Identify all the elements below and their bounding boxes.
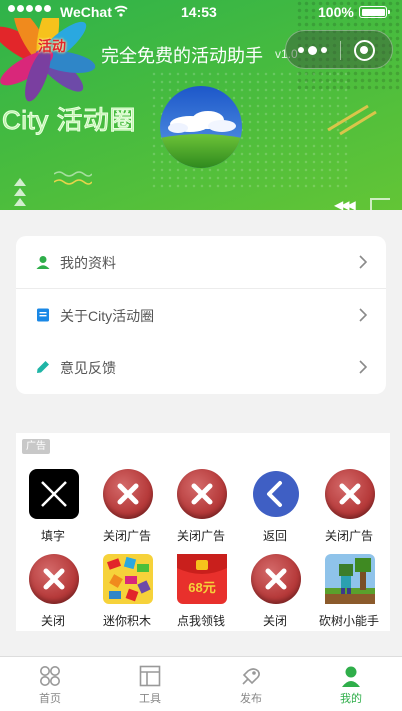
- mini-blocks-icon: [103, 554, 153, 604]
- home-grid-icon: [40, 666, 60, 686]
- back-icon: [253, 471, 299, 517]
- tab-label: 工具: [139, 693, 161, 705]
- tab-label: 我的: [340, 693, 362, 705]
- minecraft-icon: [325, 554, 375, 604]
- tab-mine[interactable]: 我的: [301, 657, 401, 711]
- ad-item-label: 填字: [40, 529, 65, 543]
- ad-item-label: 关闭广告: [102, 529, 151, 543]
- tab-publish[interactable]: 发布: [201, 657, 301, 711]
- arrows-decoration-icon: ◀◀◀: [334, 198, 356, 210]
- tools-icon: [139, 665, 161, 687]
- header-banner: WeChat 14:53 100% 活动 完全免费的活动助手 v1.0 City…: [0, 0, 402, 210]
- menu-item-label: 意见反馈: [60, 360, 116, 376]
- signal-icon: [8, 5, 51, 12]
- document-icon: [37, 308, 49, 322]
- close-icon: [29, 554, 79, 604]
- red-envelope-icon: 68元: [177, 554, 227, 604]
- chevron-right-icon: [359, 255, 367, 269]
- user-icon: [36, 256, 50, 269]
- publish-icon: [242, 668, 260, 685]
- battery-icon: [359, 6, 390, 18]
- ad-item[interactable]: 填字: [16, 469, 90, 549]
- ad-item[interactable]: 关闭广告: [312, 469, 386, 549]
- ad-item[interactable]: 砍树小能手: [312, 554, 386, 634]
- menu-item-about[interactable]: 关于City活动圈: [16, 289, 386, 341]
- menu-item-label: 关于City活动圈: [60, 308, 155, 324]
- diagonal-lines-decoration-icon: [327, 104, 377, 136]
- ad-item[interactable]: 迷你积木: [90, 554, 164, 634]
- more-icon[interactable]: [298, 42, 336, 58]
- close-icon: [103, 469, 153, 519]
- ad-item-label: 关闭广告: [324, 529, 373, 543]
- ad-item-label: 砍树小能手: [318, 614, 379, 628]
- ad-grid: 广告 填字 关闭广告 关闭广告 返回 关闭广告 关闭 迷你积木 68元 点我领钱…: [16, 433, 390, 631]
- ad-item[interactable]: 关闭广告: [164, 469, 238, 549]
- menu-item-feedback[interactable]: 意见反馈: [16, 341, 386, 393]
- menu-card: 我的资料 关于City活动圈 意见反馈: [16, 236, 386, 394]
- ad-item-label: 返回: [262, 529, 287, 543]
- profile-icon: [342, 666, 360, 687]
- ad-item-label: 迷你积木: [102, 614, 151, 628]
- ad-item[interactable]: 68元 点我领钱: [164, 554, 238, 634]
- red-envelope-amount: 68元: [188, 580, 215, 595]
- triangle-decoration-icon: [14, 178, 26, 206]
- ad-item[interactable]: 关闭: [238, 554, 312, 634]
- close-icon: [177, 469, 227, 519]
- tab-label: 首页: [39, 693, 61, 705]
- capsule-divider: [340, 41, 341, 60]
- ad-item-label: 关闭广告: [176, 529, 225, 543]
- close-icon: [251, 554, 301, 604]
- ad-item-label: 点我领钱: [176, 614, 225, 628]
- exit-miniprogram-icon[interactable]: [354, 40, 375, 61]
- ad-item[interactable]: 关闭: [16, 554, 90, 634]
- menu-item-profile[interactable]: 我的资料: [16, 236, 386, 288]
- corner-decoration-icon: [370, 198, 390, 210]
- ad-item[interactable]: 返回: [238, 469, 312, 549]
- chevron-right-icon: [359, 360, 367, 374]
- ad-badge: 广告: [22, 439, 50, 454]
- page-title: 完全免费的活动助手: [101, 46, 263, 66]
- ad-item[interactable]: 关闭广告: [90, 469, 164, 549]
- tab-tools[interactable]: 工具: [100, 657, 200, 711]
- ad-item-label: 关闭: [40, 614, 65, 628]
- avatar[interactable]: [160, 86, 242, 168]
- miniprogram-capsule: [285, 30, 393, 69]
- logo-text: 活动: [38, 38, 66, 54]
- wifi-icon: [114, 5, 128, 17]
- tab-home[interactable]: 首页: [0, 657, 100, 711]
- crossword-x-icon: [29, 469, 79, 519]
- wave-decoration-icon: [54, 171, 92, 185]
- close-icon: [325, 469, 375, 519]
- tab-bar: 首页 工具 发布 我的: [0, 656, 402, 711]
- chevron-right-icon: [359, 308, 367, 322]
- tab-label: 发布: [240, 693, 262, 705]
- app-logo-icon: [0, 18, 96, 102]
- ad-item-label: 关闭: [262, 614, 287, 628]
- pencil-icon: [37, 361, 49, 373]
- menu-item-label: 我的资料: [60, 255, 116, 271]
- clock: 14:53: [181, 4, 217, 20]
- brand-title: City 活动圈: [1, 105, 137, 136]
- battery-percent: 100%: [318, 4, 354, 20]
